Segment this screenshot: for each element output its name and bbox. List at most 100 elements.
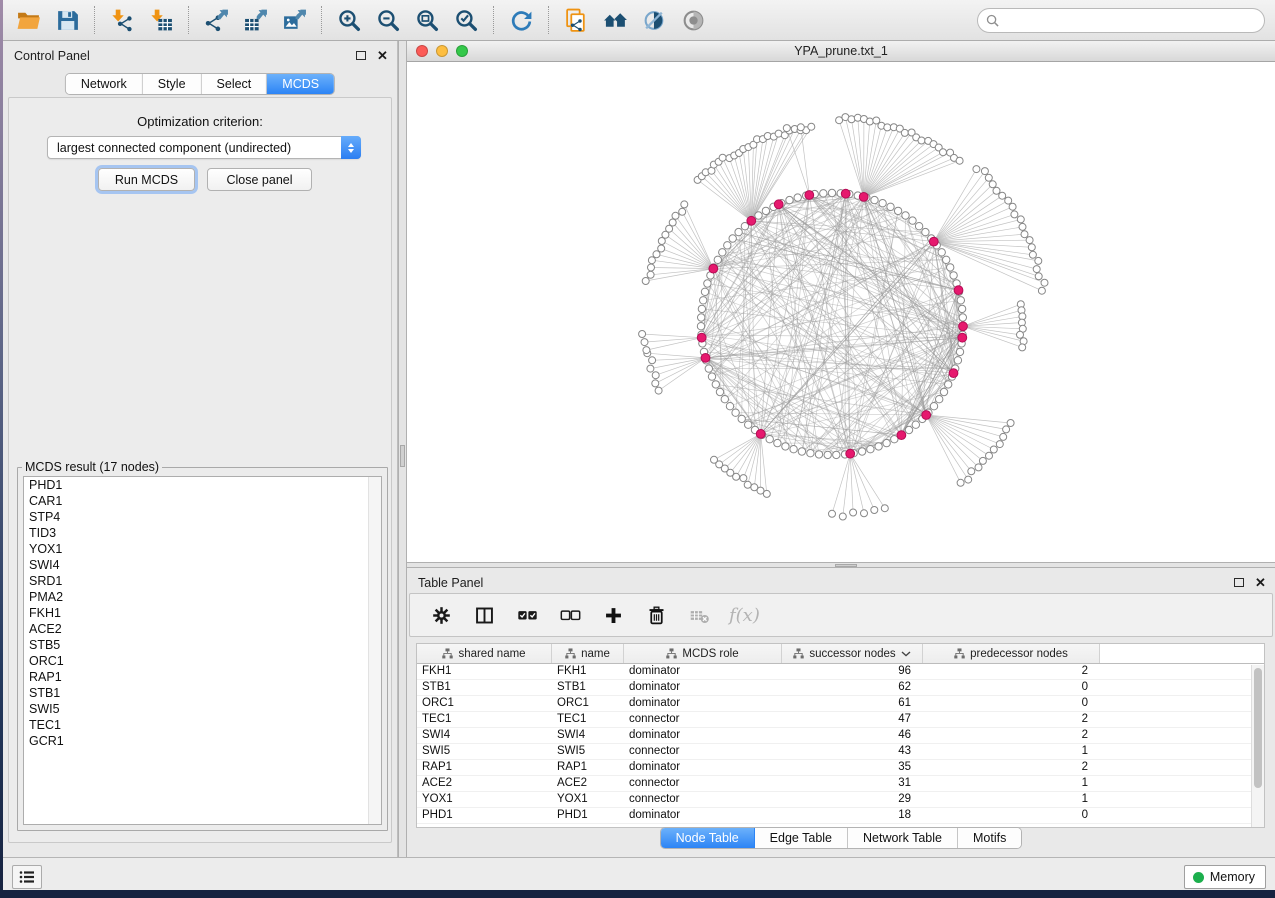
tab-network-table[interactable]: Network Table <box>848 828 958 848</box>
tab-node-table[interactable]: Node Table <box>661 828 755 848</box>
optimization-criterion-label: Optimization criterion: <box>9 114 391 129</box>
minimize-window-icon[interactable] <box>436 45 448 57</box>
network-window: YPA_prune.txt_1 <box>407 41 1275 562</box>
zoom-in-button[interactable] <box>334 5 364 35</box>
cell: STB1 <box>417 680 552 695</box>
table-scrollbar[interactable] <box>1251 665 1264 827</box>
delete-columns-button[interactable] <box>643 602 669 628</box>
toggle-birds-eye-view-icon <box>681 8 706 33</box>
close-window-icon[interactable] <box>416 45 428 57</box>
unselect-all-columns-icon <box>560 605 581 626</box>
mcds-result-item[interactable]: TEC1 <box>24 717 381 733</box>
create-column-button[interactable] <box>600 602 626 628</box>
cell: 47 <box>782 712 923 727</box>
column-header-successor-nodes[interactable]: successor nodes <box>782 644 923 663</box>
column-header-shared-name[interactable]: shared name <box>417 644 552 663</box>
table-row-tec1[interactable]: TEC1TEC1connector472 <box>417 712 1264 728</box>
table-row-swi4[interactable]: SWI4SWI4dominator462 <box>417 728 1264 744</box>
float-table-panel-icon[interactable] <box>1232 576 1245 589</box>
run-mcds-button[interactable]: Run MCDS <box>98 168 195 191</box>
mcds-result-item[interactable]: FKH1 <box>24 605 381 621</box>
table-scrollbar-thumb[interactable] <box>1254 668 1262 788</box>
panel-layout-button[interactable] <box>471 602 497 628</box>
mcds-result-item[interactable]: STB1 <box>24 685 381 701</box>
table-row-rap1[interactable]: RAP1RAP1dominator352 <box>417 760 1264 776</box>
export-network-button[interactable] <box>201 5 231 35</box>
memory-button[interactable]: Memory <box>1184 865 1266 889</box>
cell: 2 <box>923 664 1100 679</box>
search-input[interactable] <box>1004 13 1256 27</box>
open-file-button[interactable] <box>13 5 43 35</box>
mcds-result-group: MCDS result (17 nodes) PHD1CAR1STP4TID3Y… <box>17 460 388 831</box>
table-row-swi5[interactable]: SWI5SWI5connector431 <box>417 744 1264 760</box>
export-table-button[interactable] <box>240 5 270 35</box>
import-table-button[interactable] <box>146 5 176 35</box>
table-row-ace2[interactable]: ACE2ACE2connector311 <box>417 776 1264 792</box>
close-table-panel-icon[interactable]: ✕ <box>1254 576 1267 589</box>
unselect-all-columns-button[interactable] <box>557 602 583 628</box>
refresh-network-button[interactable] <box>506 5 536 35</box>
column-header-name[interactable]: name <box>552 644 624 663</box>
optimization-criterion-select[interactable]: largest connected component (undirected) <box>47 136 361 159</box>
column-label: MCDS role <box>682 648 738 660</box>
mcds-result-item[interactable]: ACE2 <box>24 621 381 637</box>
control-panel-tabbar: NetworkStyleSelectMCDS <box>65 73 335 95</box>
tab-network[interactable]: Network <box>66 74 143 94</box>
table-row-stb1[interactable]: STB1STB1dominator620 <box>417 680 1264 696</box>
export-image-button[interactable] <box>279 5 309 35</box>
close-panel-button[interactable]: Close panel <box>207 168 312 191</box>
mcds-result-item[interactable]: SWI5 <box>24 701 381 717</box>
float-panel-icon[interactable] <box>354 49 367 62</box>
maximize-window-icon[interactable] <box>456 45 468 57</box>
mcds-result-item[interactable]: SRD1 <box>24 573 381 589</box>
table-row-orc1[interactable]: ORC1ORC1dominator610 <box>417 696 1264 712</box>
mcds-result-item[interactable]: STP4 <box>24 509 381 525</box>
tab-mcds[interactable]: MCDS <box>267 74 334 94</box>
save-session-button[interactable] <box>52 5 82 35</box>
mcds-result-item[interactable]: SWI4 <box>24 557 381 573</box>
vertical-splitter[interactable] <box>398 41 407 857</box>
result-list-scrollbar[interactable] <box>368 477 381 824</box>
toggle-birds-eye-view-button[interactable] <box>678 5 708 35</box>
toggle-graphics-details-button[interactable] <box>639 5 669 35</box>
table-row-fkh1[interactable]: FKH1FKH1dominator962 <box>417 664 1264 680</box>
tab-select[interactable]: Select <box>202 74 268 94</box>
tab-motifs[interactable]: Motifs <box>958 828 1021 848</box>
column-header-predecessor-nodes[interactable]: predecessor nodes <box>923 644 1100 663</box>
zoom-out-button[interactable] <box>373 5 403 35</box>
mcds-result-item[interactable]: TID3 <box>24 525 381 541</box>
vertical-splitter-handle[interactable] <box>400 445 405 467</box>
horizontal-splitter-handle[interactable] <box>835 564 857 567</box>
attribute-tree-icon <box>666 648 677 659</box>
tab-style[interactable]: Style <box>143 74 202 94</box>
import-table-icon <box>149 8 174 33</box>
mcds-result-item[interactable]: GCR1 <box>24 733 381 749</box>
import-network-button[interactable] <box>107 5 137 35</box>
table-row-yox1[interactable]: YOX1YOX1connector291 <box>417 792 1264 808</box>
welcome-screen-button[interactable] <box>600 5 630 35</box>
cell: SWI4 <box>417 728 552 743</box>
cell: ORC1 <box>552 696 624 711</box>
network-canvas[interactable] <box>407 62 1275 562</box>
close-panel-icon[interactable]: ✕ <box>376 49 389 62</box>
mcds-result-item[interactable]: PMA2 <box>24 589 381 605</box>
delete-columns-icon <box>646 605 667 626</box>
table-settings-button[interactable] <box>428 602 454 628</box>
network-graph[interactable] <box>407 62 1275 562</box>
new-network-from-selection-button[interactable] <box>561 5 591 35</box>
column-header-mcds-role[interactable]: MCDS role <box>624 644 782 663</box>
mcds-result-item[interactable]: PHD1 <box>24 477 381 493</box>
select-all-columns-button[interactable] <box>514 602 540 628</box>
search-icon <box>986 14 999 27</box>
mcds-result-item[interactable]: ORC1 <box>24 653 381 669</box>
mcds-result-item[interactable]: STB5 <box>24 637 381 653</box>
table-row-phd1[interactable]: PHD1PHD1dominator180 <box>417 808 1264 824</box>
tab-edge-table[interactable]: Edge Table <box>755 828 848 848</box>
zoom-fit-button[interactable] <box>412 5 442 35</box>
task-history-button[interactable] <box>12 865 42 889</box>
mcds-result-item[interactable]: YOX1 <box>24 541 381 557</box>
mcds-result-item[interactable]: RAP1 <box>24 669 381 685</box>
mcds-result-item[interactable]: CAR1 <box>24 493 381 509</box>
cell: 2 <box>923 712 1100 727</box>
zoom-selected-button[interactable] <box>451 5 481 35</box>
